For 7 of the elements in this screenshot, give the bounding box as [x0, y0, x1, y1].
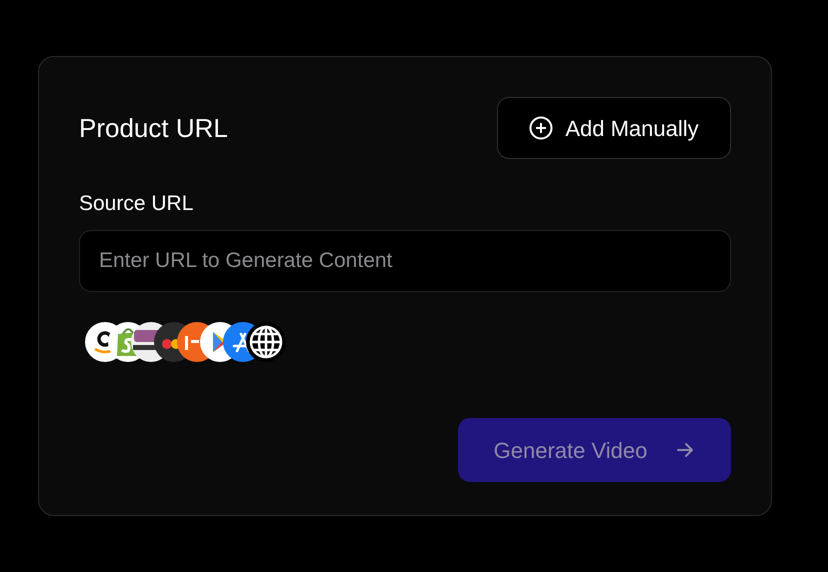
globe-icon — [246, 322, 286, 362]
field-label: Source URL — [79, 193, 194, 214]
card-title: Product URL — [79, 112, 228, 144]
plus-circle-icon — [529, 116, 554, 140]
add-manually-button[interactable]: Add Manually — [497, 97, 731, 159]
url-input-field[interactable]: Enter URL to Generate Content — [79, 230, 731, 292]
arrow-right-icon — [675, 440, 696, 460]
